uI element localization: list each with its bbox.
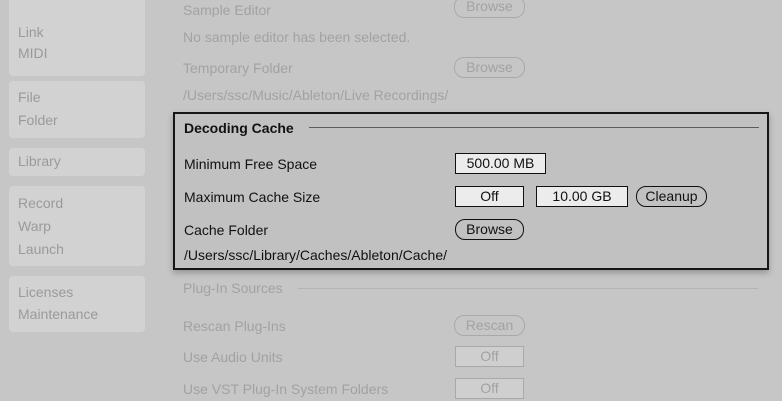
- use-audio-units-label: Use Audio Units: [183, 349, 283, 365]
- sidebar-item-licenses[interactable]: Licenses: [18, 283, 73, 301]
- sidebar-item-launch[interactable]: Launch: [18, 240, 64, 258]
- cache-folder-path: /Users/ssc/Library/Caches/Ableton/Cache/: [184, 247, 447, 263]
- sidebar-group-licenses-maintenance: Licenses Maintenance: [9, 276, 145, 332]
- sidebar-item-library[interactable]: Library: [18, 152, 61, 170]
- preferences-window: Link MIDI File Folder Library Record War…: [0, 0, 782, 401]
- temporary-folder-browse-button[interactable]: Browse: [454, 57, 525, 78]
- use-audio-units-toggle[interactable]: Off: [455, 346, 524, 367]
- rescan-plugins-label: Rescan Plug-Ins: [183, 318, 286, 334]
- sidebar-group-library: Library: [9, 148, 145, 176]
- sidebar-group-link-midi: Link MIDI: [9, 0, 145, 76]
- maximum-cache-size-field[interactable]: 10.00 GB: [536, 186, 628, 207]
- sample-editor-status: No sample editor has been selected.: [183, 29, 411, 45]
- plugin-sources-divider: [298, 288, 758, 289]
- sample-editor-label: Sample Editor: [183, 3, 271, 17]
- cache-folder-label: Cache Folder: [184, 222, 269, 238]
- temporary-folder-path: /Users/ssc/Music/Ableton/Live Recordings…: [183, 87, 449, 103]
- minimum-free-space-field[interactable]: 500.00 MB: [455, 153, 546, 174]
- cleanup-button[interactable]: Cleanup: [636, 186, 707, 207]
- maximum-cache-size-toggle[interactable]: Off: [455, 186, 524, 207]
- decoding-cache-divider: [309, 127, 759, 128]
- sidebar-item-warp[interactable]: Warp: [18, 217, 51, 235]
- temporary-folder-label: Temporary Folder: [183, 60, 293, 76]
- sidebar-item-record[interactable]: Record: [18, 194, 63, 212]
- cache-folder-browse-button[interactable]: Browse: [455, 219, 524, 240]
- plugin-sources-title: Plug-In Sources: [183, 280, 283, 296]
- decoding-cache-panel: Decoding Cache Minimum Free Space 500.00…: [173, 112, 769, 270]
- sidebar-item-folder[interactable]: Folder: [18, 111, 58, 129]
- maximum-cache-size-label: Maximum Cache Size: [184, 189, 321, 205]
- sidebar-group-record-warp-launch: Record Warp Launch: [9, 186, 145, 266]
- minimum-free-space-label: Minimum Free Space: [184, 156, 318, 172]
- sidebar-group-file-folder: File Folder: [9, 81, 145, 138]
- use-vst-system-folders-toggle[interactable]: Off: [455, 378, 524, 399]
- sidebar-item-midi[interactable]: MIDI: [18, 44, 48, 62]
- sample-editor-browse-button[interactable]: Browse: [454, 0, 525, 18]
- sidebar-item-maintenance[interactable]: Maintenance: [18, 305, 98, 323]
- sidebar-item-link[interactable]: Link: [18, 23, 44, 41]
- sidebar-item-file[interactable]: File: [18, 88, 41, 106]
- decoding-cache-title: Decoding Cache: [184, 120, 294, 136]
- preferences-sidebar: Link MIDI File Folder Library Record War…: [0, 0, 155, 401]
- rescan-button[interactable]: Rescan: [454, 315, 525, 336]
- use-vst-system-folders-label: Use VST Plug-In System Folders: [183, 381, 389, 397]
